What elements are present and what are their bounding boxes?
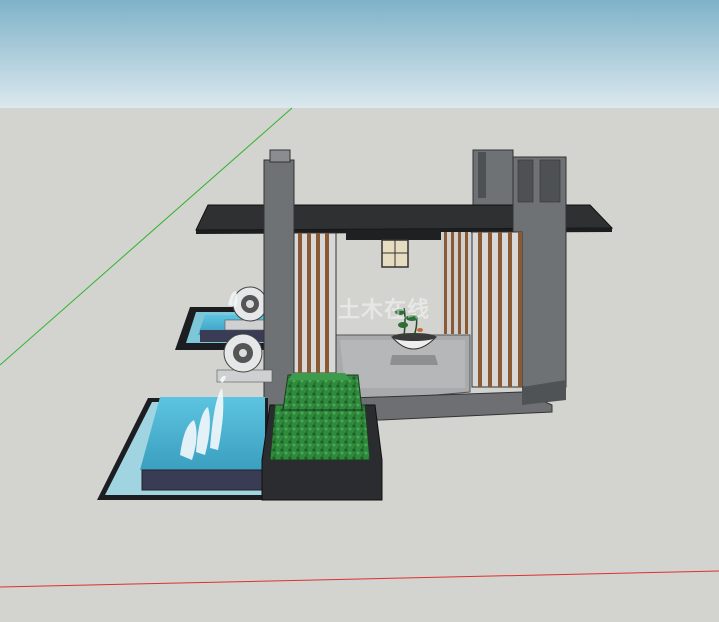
slat-screen-right <box>471 231 523 388</box>
pavilion-scene <box>0 0 719 622</box>
sky <box>0 0 719 108</box>
slat-screen-back <box>441 232 471 334</box>
model-viewport[interactable]: 土木在线 <box>0 0 719 622</box>
slat-screen-left <box>293 232 337 374</box>
